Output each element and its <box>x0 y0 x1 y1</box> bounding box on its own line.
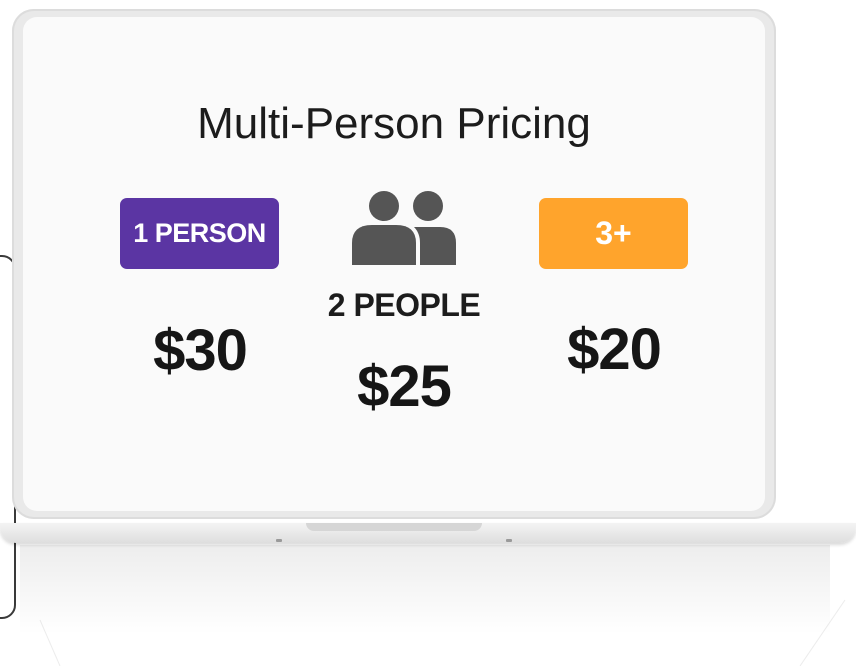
scene: Multi-Person Pricing 1 PERSON 2 PEOPLE 3… <box>0 0 856 666</box>
laptop-shadow <box>20 545 830 635</box>
tier-badge-1-person: 1 PERSON <box>120 198 279 269</box>
pricing-title: Multi-Person Pricing <box>197 99 591 148</box>
tier-badge-3-plus: 3+ <box>539 198 688 269</box>
laptop-screen: Multi-Person Pricing 1 PERSON 2 PEOPLE 3… <box>23 17 765 511</box>
people-icon <box>352 191 456 265</box>
laptop-foot <box>506 539 512 542</box>
laptop-lid: Multi-Person Pricing 1 PERSON 2 PEOPLE 3… <box>12 9 776 519</box>
price-3-plus: $20 <box>567 317 662 382</box>
tier-label-2-people: 2 PEOPLE <box>327 287 481 323</box>
laptop-notch <box>306 523 482 531</box>
laptop-foot <box>276 539 282 542</box>
price-2-people: $25 <box>357 354 452 419</box>
price-1-person: $30 <box>153 318 248 383</box>
laptop-base <box>0 519 856 545</box>
